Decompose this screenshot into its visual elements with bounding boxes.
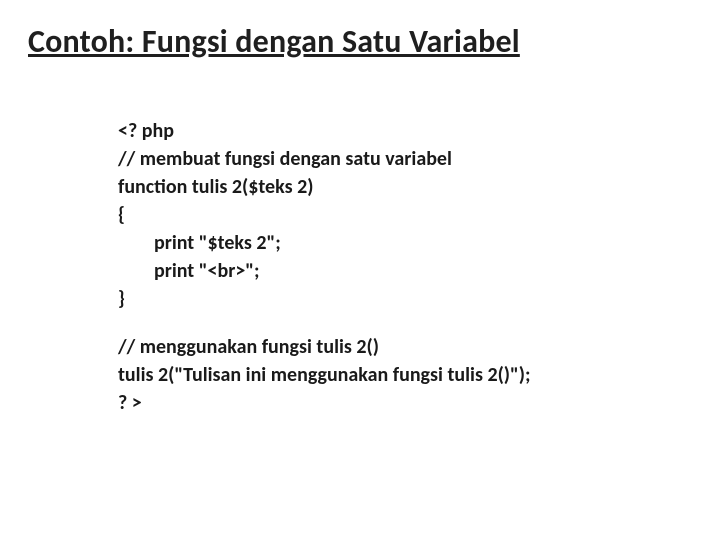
code-line: tulis 2("Tulisan ini menggunakan fungsi … [118, 363, 531, 387]
code-line: } [118, 287, 125, 311]
code-line: ? > [118, 391, 142, 415]
code-block: <? php // membuat fungsi dengan satu var… [118, 89, 692, 445]
paragraph-gap [118, 313, 692, 333]
code-line: // membuat fungsi dengan satu variabel [118, 147, 452, 171]
code-line: function tulis 2($teks 2) [118, 175, 313, 199]
slide-title: Contoh: Fungsi dengan Satu Variabel [28, 22, 692, 61]
code-line: print "<br>"; [154, 259, 260, 283]
slide: Contoh: Fungsi dengan Satu Variabel <? p… [0, 0, 720, 540]
code-line: <? php [118, 119, 174, 143]
code-line: print "$teks 2"; [154, 231, 281, 255]
code-line: { [118, 203, 125, 227]
code-line: // menggunakan fungsi tulis 2() [118, 335, 379, 359]
